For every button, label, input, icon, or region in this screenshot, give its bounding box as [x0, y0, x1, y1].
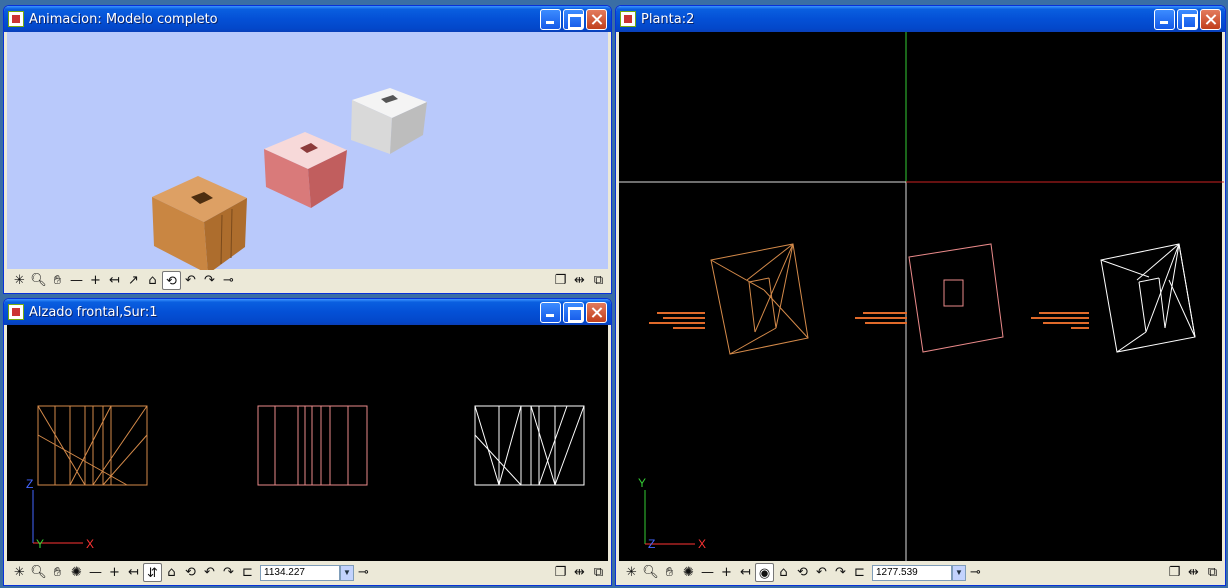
hand-icon[interactable]: ✋︎ — [660, 563, 679, 582]
pink-object-elevation — [257, 405, 368, 486]
zoom-icon[interactable]: 🔍︎ — [29, 271, 48, 290]
close-icon[interactable] — [586, 8, 607, 30]
walk-icon[interactable]: ⇵ — [143, 563, 162, 582]
line-icon[interactable]: — — [698, 563, 717, 582]
home-icon[interactable]: ⌂ — [774, 563, 793, 582]
line-icon[interactable]: — — [67, 271, 86, 290]
pink-object-notes — [855, 312, 907, 324]
close-icon[interactable] — [586, 301, 607, 323]
zoom-icon[interactable]: 🔍︎ — [29, 563, 48, 582]
undo-icon[interactable]: ↶ — [812, 563, 831, 582]
close-icon[interactable] — [1200, 8, 1221, 30]
spark-icon[interactable]: ✺ — [679, 563, 698, 582]
white-object-notes — [1031, 312, 1089, 329]
plan-toolbar: ✳ 🔍︎ ✋︎ ✺ — + ↤ ◉ ⌂ ⟲ ↶ ↷ ⊏ 1277.539 ▼ ⊸… — [619, 562, 1222, 583]
hand-icon[interactable]: ✋︎ — [48, 563, 67, 582]
arrow-left-icon[interactable]: ↤ — [124, 563, 143, 582]
elevation-window[interactable]: Alzado frontal,Sur:1 Z Y X ✳ 🔍︎ ✋︎ ✺ — +… — [3, 298, 612, 586]
minimize-icon[interactable] — [540, 8, 561, 30]
minimize-icon[interactable] — [540, 301, 561, 323]
animation-toolbar: ✳ 🔍︎ ✋︎ — + ↤ ↗ ⌂ ⟲ ↶ ↷ ⊸ ❐ ⇹ ⧉ — [7, 270, 608, 291]
orange-object-notes — [649, 312, 705, 329]
home-icon[interactable]: ⌂ — [162, 563, 181, 582]
z-axis-label: Z — [26, 477, 33, 491]
arrow-diag-icon[interactable]: ↗ — [124, 271, 143, 290]
arrow-left-icon[interactable]: ↤ — [736, 563, 755, 582]
elevation-drawing: Z Y X — [26, 405, 585, 551]
undo-icon[interactable]: ↶ — [200, 563, 219, 582]
zoom-icon[interactable]: 🔍︎ — [641, 563, 660, 582]
add-icon[interactable]: + — [105, 563, 124, 582]
window-icon[interactable]: ❐ — [551, 563, 570, 582]
maximize-icon[interactable] — [563, 8, 584, 30]
redo-icon[interactable]: ↷ — [219, 563, 238, 582]
elevation-viewport[interactable]: Z Y X — [7, 325, 608, 561]
redo-icon[interactable]: ↷ — [831, 563, 850, 582]
plan-drawing: Y Z X — [619, 32, 1224, 562]
home-icon[interactable]: ⌂ — [143, 271, 162, 290]
pink-object-plan — [908, 243, 1004, 353]
elevation-toolbar: ✳ 🔍︎ ✋︎ ✺ — + ↤ ⇵ ⌂ ⟲ ↶ ↷ ⊏ 1134.227 ▼ ⊸… — [7, 562, 608, 583]
animation-window[interactable]: Animacion: Modelo completo ✳ 🔍︎ ✋︎ — + ↤… — [3, 5, 612, 294]
pan-icon[interactable]: ✳ — [622, 563, 641, 582]
add-icon[interactable]: + — [717, 563, 736, 582]
orbit-icon[interactable]: ⟲ — [181, 563, 200, 582]
orange-object-elevation — [37, 405, 148, 486]
y-axis-label: Y — [36, 537, 44, 551]
minimize-icon[interactable] — [1154, 8, 1175, 30]
orange-object-plan — [710, 243, 809, 355]
window-icon[interactable]: ❐ — [551, 271, 570, 290]
expand-icon[interactable]: ⇹ — [570, 271, 589, 290]
app-icon — [8, 304, 24, 320]
animation-window-title: Animacion: Modelo completo — [29, 11, 218, 27]
3d-scene — [152, 88, 427, 274]
add-icon[interactable]: + — [86, 271, 105, 290]
x-axis-end-label: X — [698, 537, 706, 551]
plan-titlebar[interactable]: Planta:2 — [616, 6, 1225, 32]
zoom-input[interactable]: 1277.539 — [872, 564, 952, 581]
expand-icon[interactable]: ⇹ — [570, 563, 589, 582]
open-icon[interactable]: ⊏ — [850, 563, 869, 582]
plan-window-title: Planta:2 — [641, 11, 695, 27]
copy-icon[interactable]: ⧉ — [1203, 563, 1222, 582]
expand-icon[interactable]: ⇹ — [1184, 563, 1203, 582]
line-icon[interactable]: — — [86, 563, 105, 582]
zoom-dropdown-icon[interactable]: ▼ — [952, 564, 966, 581]
window-icon[interactable]: ❐ — [1165, 563, 1184, 582]
target-icon[interactable]: ◉ — [755, 563, 774, 582]
orbit-icon[interactable]: ⟲ — [793, 563, 812, 582]
pin-icon[interactable]: ⊸ — [219, 271, 238, 290]
open-icon[interactable]: ⊏ — [238, 563, 257, 582]
maximize-icon[interactable] — [563, 301, 584, 323]
maximize-icon[interactable] — [1177, 8, 1198, 30]
y-axis-label: Y — [638, 476, 646, 490]
plan-viewport[interactable]: Y Z X — [619, 32, 1224, 562]
pin-icon[interactable]: ⊸ — [966, 563, 985, 582]
orbit-icon[interactable]: ⟲ — [162, 271, 181, 290]
x-axis-end-label: X — [86, 537, 94, 551]
white-object-plan — [1100, 243, 1196, 353]
pan-icon[interactable]: ✳ — [10, 563, 29, 582]
pan-icon[interactable]: ✳ — [10, 271, 29, 290]
elevation-window-title: Alzado frontal,Sur:1 — [29, 304, 158, 320]
animation-viewport[interactable] — [7, 32, 608, 274]
undo-icon[interactable]: ↶ — [181, 271, 200, 290]
elevation-titlebar[interactable]: Alzado frontal,Sur:1 — [4, 299, 611, 325]
plan-window[interactable]: Planta:2 Y Z X ✳ 🔍︎ ✋︎ ✺ — + ↤ ◉ ⌂ ⟲ ↶ ↷… — [615, 5, 1226, 586]
white-object-elevation — [474, 405, 585, 486]
redo-icon[interactable]: ↷ — [200, 271, 219, 290]
copy-icon[interactable]: ⧉ — [589, 563, 608, 582]
copy-icon[interactable]: ⧉ — [589, 271, 608, 290]
arrow-left-icon[interactable]: ↤ — [105, 271, 124, 290]
pin-icon[interactable]: ⊸ — [354, 563, 373, 582]
zoom-input[interactable]: 1134.227 — [260, 564, 340, 581]
spark-icon[interactable]: ✺ — [67, 563, 86, 582]
animation-titlebar[interactable]: Animacion: Modelo completo — [4, 6, 611, 32]
zoom-dropdown-icon[interactable]: ▼ — [340, 564, 354, 581]
app-icon — [620, 11, 636, 27]
z-axis-label: Z — [648, 537, 655, 551]
hand-icon[interactable]: ✋︎ — [48, 271, 67, 290]
app-icon — [8, 11, 24, 27]
